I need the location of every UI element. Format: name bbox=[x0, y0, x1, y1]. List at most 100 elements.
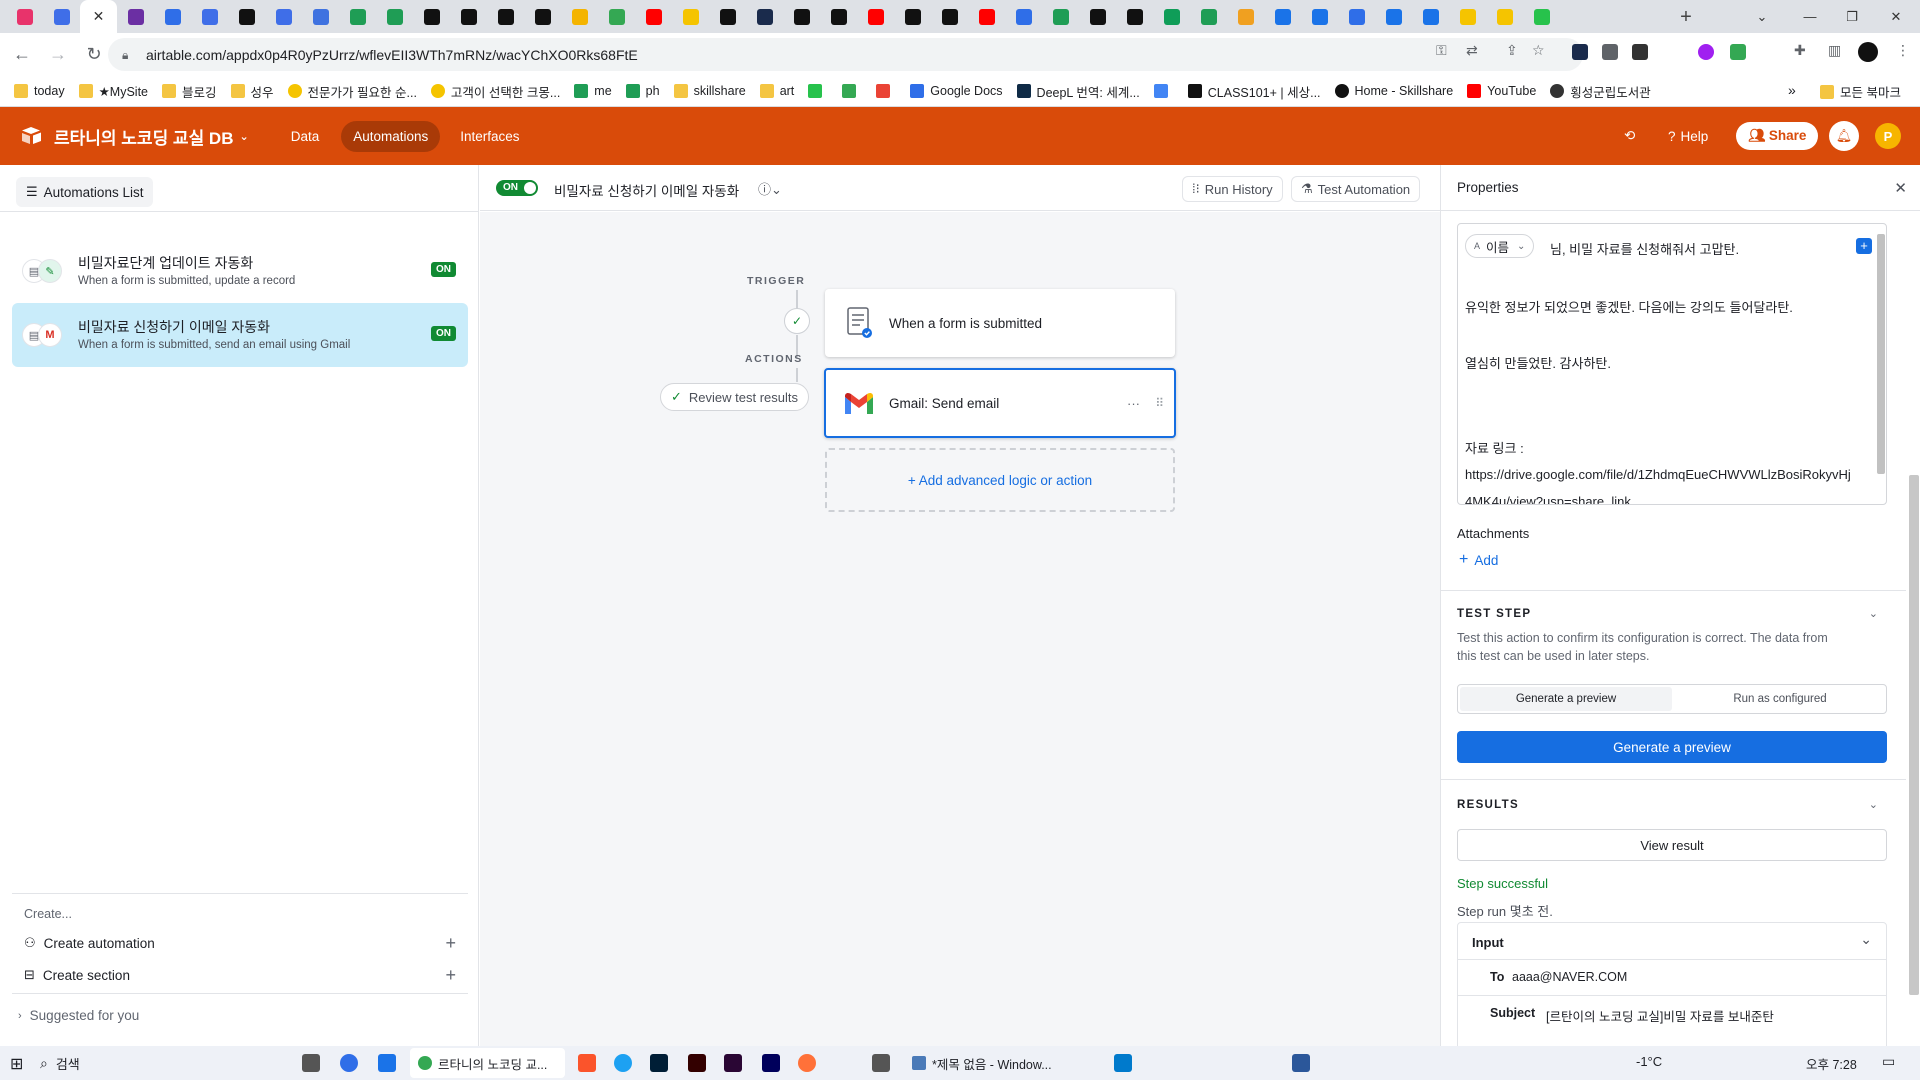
browser-tab[interactable] bbox=[228, 0, 265, 33]
browser-tab[interactable] bbox=[1227, 0, 1264, 33]
browser-tab[interactable] bbox=[783, 0, 820, 33]
bookmark-item[interactable]: Google Docs bbox=[910, 84, 1003, 98]
trigger-card[interactable]: When a form is submitted bbox=[825, 289, 1175, 357]
bookmark-item[interactable]: DeepL 번역: 세계... bbox=[1016, 82, 1140, 101]
browser-tab[interactable] bbox=[1264, 0, 1301, 33]
browser-tab[interactable] bbox=[1116, 0, 1153, 33]
browser-tab[interactable] bbox=[1153, 0, 1190, 33]
bookmark-item[interactable]: 전문가가 필요한 순... bbox=[287, 82, 417, 101]
firefox-icon[interactable] bbox=[798, 1054, 816, 1072]
automations-list-button[interactable]: ☰ Automations List bbox=[16, 177, 154, 207]
action-card[interactable]: Gmail: Send email ··· ⠿ bbox=[824, 368, 1176, 438]
base-name-dropdown[interactable]: 르타니의 노코딩 교실 DB ⌄ bbox=[54, 124, 249, 149]
help-button[interactable]: ? Help bbox=[1668, 107, 1708, 165]
browser-tab[interactable] bbox=[1523, 0, 1560, 33]
browser-tab[interactable] bbox=[635, 0, 672, 33]
browser-tab[interactable] bbox=[598, 0, 635, 33]
share-page-icon[interactable]: ⇪ bbox=[1506, 42, 1518, 59]
weather[interactable]: -1°C bbox=[1636, 1054, 1662, 1069]
browser-tab[interactable] bbox=[265, 0, 302, 33]
bookmark-item[interactable]: 성우 bbox=[230, 82, 274, 101]
illustrator-icon[interactable] bbox=[688, 1054, 706, 1072]
bookmark-item[interactable]: 블로깅 bbox=[162, 82, 217, 101]
bookmark-item[interactable]: today bbox=[14, 84, 65, 98]
notifications-bell-icon[interactable]: 🔔︎ bbox=[1829, 121, 1859, 151]
bookmarks-overflow-icon[interactable]: » bbox=[1788, 82, 1796, 98]
browser-tab[interactable] bbox=[376, 0, 413, 33]
puzzle-icon[interactable]: ✚ bbox=[1794, 42, 1806, 59]
bookmark-item[interactable]: me bbox=[574, 84, 612, 98]
browser-tab[interactable] bbox=[302, 0, 339, 33]
drag-handle-icon[interactable]: ⠿ bbox=[1155, 396, 1164, 410]
browser-tab[interactable] bbox=[820, 0, 857, 33]
automation-item[interactable]: ▤ ✎ 비밀자료단계 업데이트 자동화 When a form is submi… bbox=[12, 239, 468, 303]
chevron-down-icon[interactable]: ⌄ bbox=[1869, 607, 1878, 620]
notification-center-icon[interactable]: ▭ bbox=[1882, 1053, 1895, 1070]
add-attachment-button[interactable]: + Add bbox=[1459, 551, 1498, 569]
browser-tab[interactable] bbox=[43, 0, 80, 33]
extension-icon[interactable] bbox=[1602, 44, 1618, 60]
extension-icon[interactable] bbox=[1572, 44, 1588, 60]
insert-field-plus-icon[interactable]: + bbox=[1856, 238, 1872, 254]
browser-tab[interactable] bbox=[968, 0, 1005, 33]
browser-tab[interactable] bbox=[1301, 0, 1338, 33]
browser-icon[interactable] bbox=[378, 1054, 396, 1072]
clock[interactable]: 오후 7:28 bbox=[1806, 1054, 1857, 1073]
bookmark-item[interactable]: 고객이 선택한 크몽... bbox=[430, 82, 560, 101]
key-icon[interactable]: ⚿ bbox=[1436, 42, 1447, 59]
edge-icon[interactable] bbox=[340, 1054, 358, 1072]
run-as-configured-segment[interactable]: Run as configured bbox=[1674, 685, 1886, 713]
info-icon[interactable]: ⓘ⌄ bbox=[758, 179, 782, 198]
test-automation-button[interactable]: ⚗︎ Test Automation bbox=[1291, 176, 1421, 202]
browser-tab[interactable] bbox=[1412, 0, 1449, 33]
bookmark-item[interactable]: CLASS101+ | 세상... bbox=[1187, 82, 1321, 101]
taskbar-window-chrome[interactable]: 르타니의 노코딩 교... bbox=[410, 1048, 565, 1078]
taskbar-window-notepad[interactable]: *제목 없음 - Window... bbox=[906, 1048, 1056, 1078]
bookmark-item[interactable] bbox=[808, 84, 828, 98]
photoshop-icon[interactable] bbox=[650, 1054, 668, 1072]
menu-icon[interactable]: ⋮ bbox=[1896, 42, 1910, 59]
browser-tab[interactable] bbox=[1190, 0, 1227, 33]
browser-tab[interactable] bbox=[561, 0, 598, 33]
back-icon[interactable]: ← bbox=[8, 41, 36, 69]
premiere-icon[interactable] bbox=[724, 1054, 742, 1072]
task-view-icon[interactable] bbox=[302, 1054, 320, 1072]
name-field-token[interactable]: A 이름 ⌄ bbox=[1465, 234, 1535, 258]
word-icon[interactable] bbox=[1292, 1054, 1310, 1072]
automation-toggle[interactable]: ON bbox=[496, 180, 538, 196]
windows-start-icon[interactable]: ⊞ bbox=[10, 1054, 23, 1074]
chevron-down-icon[interactable]: ⌄ bbox=[1860, 931, 1872, 948]
bookmark-item[interactable] bbox=[876, 84, 896, 98]
translate-icon[interactable]: ⇄ bbox=[1466, 42, 1478, 59]
browser-tab[interactable] bbox=[1005, 0, 1042, 33]
brave-icon[interactable] bbox=[578, 1054, 596, 1072]
more-options-icon[interactable]: ··· bbox=[1127, 396, 1140, 411]
browser-tab[interactable] bbox=[1079, 0, 1116, 33]
close-tab-icon[interactable]: ✕ bbox=[93, 8, 105, 25]
extension-icon[interactable] bbox=[1632, 44, 1648, 60]
browser-tab[interactable] bbox=[1375, 0, 1412, 33]
bookmark-item[interactable]: Home - Skillshare bbox=[1334, 84, 1453, 98]
extension-icon[interactable] bbox=[1698, 44, 1714, 60]
browser-tab[interactable] bbox=[1042, 0, 1079, 33]
browser-tab[interactable] bbox=[1449, 0, 1486, 33]
generate-preview-segment[interactable]: Generate a preview bbox=[1460, 687, 1672, 711]
browser-tab[interactable] bbox=[413, 0, 450, 33]
browser-tab[interactable] bbox=[746, 0, 783, 33]
vscode-icon[interactable] bbox=[1114, 1054, 1132, 1072]
after-effects-icon[interactable] bbox=[762, 1054, 780, 1072]
browser-tab[interactable] bbox=[894, 0, 931, 33]
browser-tab[interactable] bbox=[154, 0, 191, 33]
bookmark-item[interactable]: ph bbox=[625, 84, 660, 98]
bookmark-item[interactable]: 횡성군립도서관 bbox=[1550, 82, 1651, 101]
automation-name[interactable]: 비밀자료 신청하기 이메일 자동화 bbox=[554, 180, 739, 200]
bookmark-item[interactable] bbox=[842, 84, 862, 98]
suggested-for-you[interactable]: › Suggested for you bbox=[18, 1008, 139, 1023]
automation-item-selected[interactable]: ▤ M 비밀자료 신청하기 이메일 자동화 When a form is sub… bbox=[12, 303, 468, 367]
panel-scrollbar[interactable] bbox=[1909, 475, 1919, 995]
browser-tab[interactable] bbox=[191, 0, 228, 33]
nav-interfaces[interactable]: Interfaces bbox=[448, 121, 531, 152]
bookmark-item[interactable]: ★MySite bbox=[78, 84, 148, 99]
bookmark-item[interactable] bbox=[1153, 84, 1174, 98]
browser-tab[interactable] bbox=[672, 0, 709, 33]
